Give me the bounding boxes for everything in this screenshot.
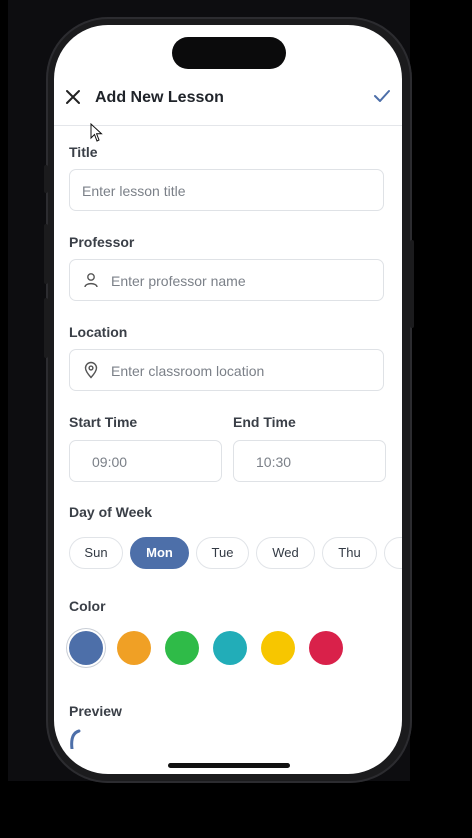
map-pin-icon bbox=[82, 361, 100, 379]
dynamic-island bbox=[172, 37, 286, 69]
color-swatch-green[interactable] bbox=[165, 631, 199, 665]
day-chip-mon[interactable]: Mon bbox=[130, 537, 189, 569]
professor-input[interactable]: Enter professor name bbox=[69, 259, 384, 301]
start-time-label: Start Time bbox=[69, 414, 138, 430]
home-indicator bbox=[168, 763, 290, 768]
page-title: Add New Lesson bbox=[95, 89, 224, 106]
location-placeholder: Enter classroom location bbox=[111, 363, 265, 379]
location-input[interactable]: Enter classroom location bbox=[69, 349, 384, 391]
phone-mute-switch bbox=[44, 165, 48, 193]
color-swatch-blue[interactable] bbox=[69, 631, 103, 665]
checkmark-icon[interactable] bbox=[371, 85, 393, 107]
day-chip-wed[interactable]: Wed bbox=[256, 537, 315, 569]
start-time-input[interactable]: 09:00 bbox=[69, 440, 222, 482]
close-icon[interactable] bbox=[62, 86, 84, 108]
start-time-value: 09:00 bbox=[92, 454, 128, 470]
color-swatch-orange[interactable] bbox=[117, 631, 151, 665]
end-time-label: End Time bbox=[233, 414, 296, 430]
phone-volume-up bbox=[44, 224, 48, 284]
phone-power-button bbox=[410, 240, 414, 328]
location-label: Location bbox=[69, 324, 128, 340]
color-swatch-teal[interactable] bbox=[213, 631, 247, 665]
title-input[interactable]: Enter lesson title bbox=[69, 169, 384, 211]
day-of-week-label: Day of Week bbox=[69, 504, 152, 520]
color-swatch-yellow[interactable] bbox=[261, 631, 295, 665]
end-time-value: 10:30 bbox=[256, 454, 292, 470]
color-label: Color bbox=[69, 598, 106, 614]
phone-volume-down bbox=[44, 298, 48, 358]
title-placeholder: Enter lesson title bbox=[82, 183, 186, 199]
end-time-input[interactable]: 10:30 bbox=[233, 440, 386, 482]
mouse-cursor-icon bbox=[90, 122, 104, 143]
professor-label: Professor bbox=[69, 234, 135, 250]
professor-placeholder: Enter professor name bbox=[111, 273, 246, 289]
app-header: Add New Lesson bbox=[54, 81, 402, 126]
day-chip-tue[interactable]: Tue bbox=[196, 537, 249, 569]
preview-card-edge bbox=[69, 729, 85, 751]
day-chip-thu[interactable]: Thu bbox=[322, 537, 377, 569]
title-label: Title bbox=[69, 144, 98, 160]
app-screen: Add New Lesson Title Enter lesson title … bbox=[54, 25, 402, 774]
preview-label: Preview bbox=[69, 703, 122, 719]
color-swatch-red[interactable] bbox=[309, 631, 343, 665]
person-icon bbox=[82, 271, 100, 289]
day-chip-partial[interactable] bbox=[384, 537, 402, 569]
day-chip-sun[interactable]: Sun bbox=[69, 537, 123, 569]
